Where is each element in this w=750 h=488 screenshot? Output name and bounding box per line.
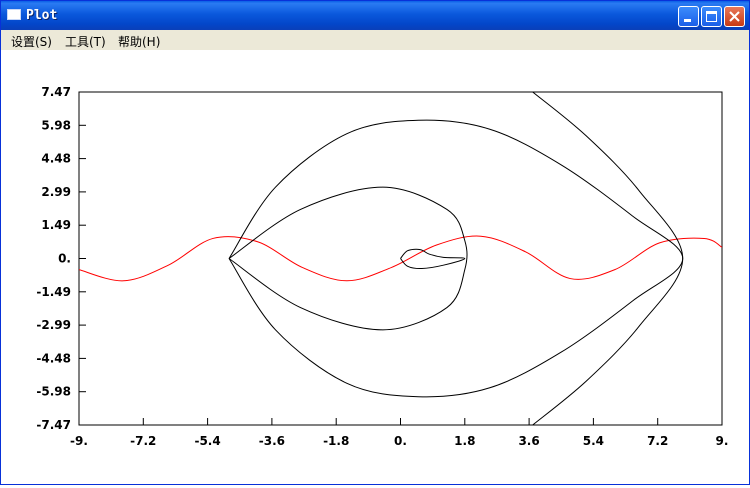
x-tick-label: -5.4: [194, 434, 220, 448]
series-line-4: [532, 92, 684, 425]
y-tick-label: 1.49: [41, 218, 71, 232]
y-tick-label: 5.98: [41, 118, 71, 132]
x-tick-label: -1.8: [323, 434, 349, 448]
x-tick-label: -9.: [70, 434, 88, 448]
menu-help[interactable]: 帮助(H): [118, 33, 160, 50]
menu-settings[interactable]: 设置(S): [11, 33, 52, 50]
minimize-icon: [684, 19, 691, 22]
window-title: Plot: [26, 8, 58, 23]
y-tick-label: -7.47: [36, 418, 71, 432]
plot-area: -9. -7.2 -5.4 -3.6 -1.8 0. 1.8 3.6 5.4 7.2 9. 7.47 5…: [1, 50, 749, 484]
x-tick-label: 5.4: [583, 434, 604, 448]
close-icon: [729, 11, 740, 22]
series-line-1: [228, 119, 684, 398]
menu-bar: 设置(S) 工具(T) 帮助(H): [1, 30, 749, 50]
title-bar[interactable]: Plot: [1, 1, 749, 30]
y-tick-label: -2.99: [36, 318, 71, 332]
window-icon: [7, 9, 21, 20]
close-button[interactable]: [724, 6, 745, 27]
maximize-icon: [706, 11, 717, 22]
y-tick-label: -4.48: [36, 351, 71, 365]
y-tick-label: 0.: [58, 252, 71, 266]
y-tick-label: -5.98: [36, 385, 71, 399]
y-tick-label: 4.48: [41, 152, 71, 166]
y-tick-label: -1.49: [36, 285, 71, 299]
x-tick-label: -7.2: [130, 434, 156, 448]
y-tick-label: 7.47: [41, 85, 71, 99]
plot-window: Plot 设置(S) 工具(T) 帮助(H) -9. -7.2 -5.4 -3.6 -1…: [0, 0, 750, 485]
x-tick-label: 7.2: [647, 434, 668, 448]
maximize-button[interactable]: [701, 6, 722, 27]
menu-tools[interactable]: 工具(T): [65, 33, 106, 50]
minimize-button[interactable]: [678, 6, 699, 27]
x-tick-label: 1.8: [454, 434, 475, 448]
plot-chart: -9. -7.2 -5.4 -3.6 -1.8 0. 1.8 3.6 5.4 7.2 9. 7.47 5…: [36, 85, 729, 448]
x-tick-label: -3.6: [259, 434, 285, 448]
y-tick-label: 2.99: [41, 185, 71, 199]
x-tick-label: 0.: [394, 434, 407, 448]
x-tick-label: 9.: [716, 434, 729, 448]
x-tick-label: 3.6: [518, 434, 539, 448]
series-line-2: [228, 186, 468, 331]
series-line-3: [400, 248, 466, 270]
